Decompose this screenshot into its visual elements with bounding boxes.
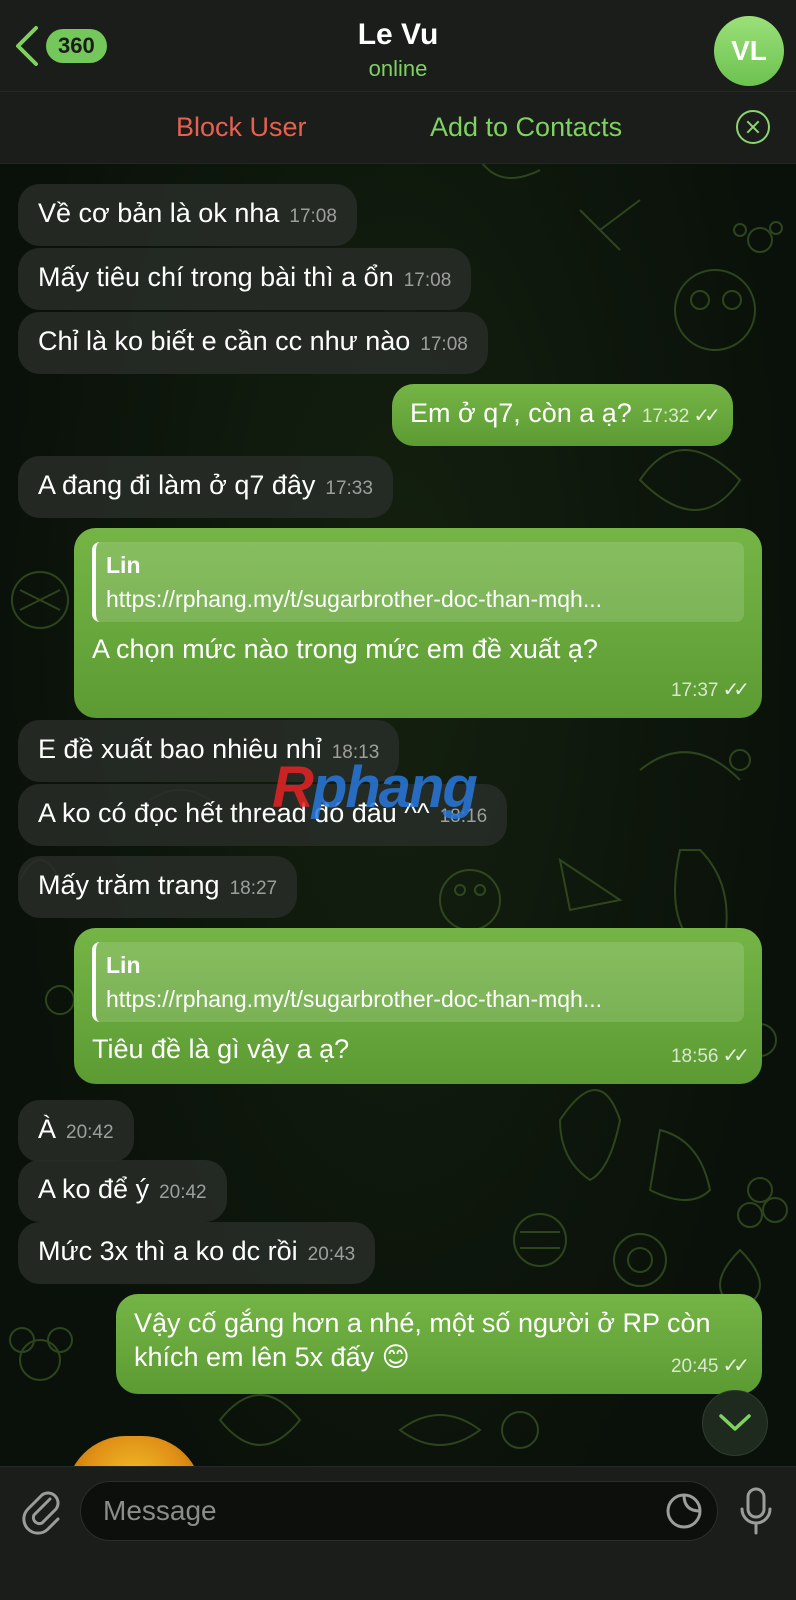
close-icon[interactable] (736, 110, 770, 144)
message-text: Mấy tiêu chí trong bài thì a ổn (38, 262, 394, 292)
block-user-button[interactable]: Block User (176, 112, 307, 143)
message-time: 20:42 (159, 1182, 207, 1203)
message-time: 18:27 (229, 878, 278, 899)
message-time: 20:43 (307, 1244, 356, 1265)
double-check-icon: ✓✓ (722, 1355, 749, 1377)
message-text: Mức 3x thì a ko dc rồi (38, 1236, 298, 1266)
double-check-icon: ✓✓ (693, 405, 720, 427)
message-incoming[interactable]: Mấy tiêu chí trong bài thì a ổn 17:08 (18, 248, 472, 310)
message-time: 17:33 (325, 478, 373, 499)
chat-status: online (368, 56, 428, 81)
message-time: 17:08 (420, 334, 468, 355)
chevron-down-icon (719, 1414, 751, 1431)
chat-title: Le Vu (357, 18, 439, 51)
message-incoming[interactable]: Mức 3x thì a ko dc rồi 20:43 (18, 1222, 376, 1284)
chat-header: 360 Le Vu online VL (0, 0, 796, 92)
message-time: 17:08 (403, 270, 452, 291)
message-incoming[interactable]: Chỉ là ko biết e cần cc như nào 17:08 (18, 312, 488, 374)
chat-title-block[interactable]: Le Vu online (0, 18, 796, 82)
message-incoming[interactable]: A ko để ý 20:42 (18, 1160, 227, 1222)
message-text: Mấy trăm trang (38, 870, 220, 900)
message-text: Về cơ bản là ok nha (38, 198, 280, 228)
avatar[interactable]: VL (714, 16, 784, 86)
message-text: A chọn mức nào trong mức em đề xuất ạ? (92, 634, 598, 664)
message-time: 20:45 (670, 1356, 719, 1377)
contact-action-bar: Block User Add to Contacts (0, 92, 796, 164)
microphone-icon[interactable] (738, 1485, 774, 1537)
message-time: 18:56 (670, 1046, 719, 1067)
message-text: Chỉ là ko biết e cần cc như nào (38, 326, 411, 356)
double-check-icon: ✓✓ (722, 679, 749, 701)
reply-author: Lin (106, 552, 141, 578)
watermark-logo: Rphang (272, 755, 478, 820)
add-to-contacts-button[interactable]: Add to Contacts (430, 112, 622, 143)
message-outgoing[interactable]: Em ở q7, còn a ạ? 17:32 ✓✓ (392, 384, 733, 446)
paperclip-icon[interactable] (20, 1487, 64, 1535)
message-incoming[interactable]: Về cơ bản là ok nha 17:08 (18, 184, 357, 246)
double-check-icon: ✓✓ (722, 1045, 749, 1067)
reply-text: https://rphang.my/t/sugarbrother-doc-tha… (106, 586, 603, 612)
message-incoming[interactable]: A đang đi làm ở q7 đây 17:33 (18, 456, 393, 518)
message-time: 17:08 (289, 206, 337, 227)
reply-author: Lin (106, 952, 141, 978)
reply-text: https://rphang.my/t/sugarbrother-doc-tha… (106, 986, 603, 1012)
message-time: 20:42 (66, 1122, 114, 1143)
sticker-icon[interactable] (664, 1491, 704, 1531)
message-incoming[interactable]: Mấy trăm trang 18:27 (18, 856, 298, 918)
message-outgoing-reply[interactable]: Lin https://rphang.my/t/sugarbrother-doc… (74, 928, 762, 1084)
message-text: À (38, 1114, 57, 1144)
message-text: Tiêu đề là gì vậy a ạ? (92, 1034, 350, 1064)
reply-quote[interactable]: Lin https://rphang.my/t/sugarbrother-doc… (92, 542, 744, 622)
message-outgoing-reply[interactable]: Lin https://rphang.my/t/sugarbrother-doc… (74, 528, 762, 718)
message-input[interactable] (80, 1481, 718, 1541)
message-outgoing[interactable]: Vậy cố gắng hơn a nhé, một số người ở RP… (116, 1294, 762, 1394)
message-time: 17:37 (670, 680, 719, 701)
composer-bar (0, 1466, 796, 1600)
message-time: 17:32 (641, 406, 690, 427)
scroll-down-button[interactable] (702, 1390, 768, 1456)
message-text: Em ở q7, còn a ạ? (410, 398, 632, 428)
message-incoming[interactable]: À 20:42 (18, 1100, 134, 1162)
message-text: A ko để ý (38, 1174, 150, 1204)
message-text: A đang đi làm ở q7 đây (38, 470, 316, 500)
reply-quote[interactable]: Lin https://rphang.my/t/sugarbrother-doc… (92, 942, 744, 1022)
